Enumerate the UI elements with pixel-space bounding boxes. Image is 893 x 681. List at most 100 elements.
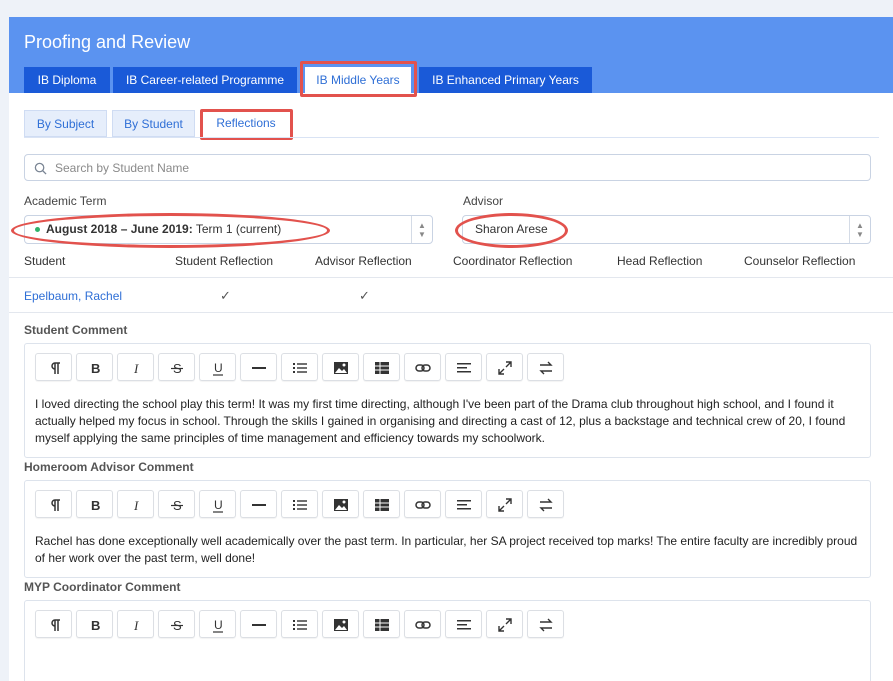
advisor-select-chevron-icon: ▲ ▼: [849, 216, 870, 243]
col-head-reflection: Head Reflection: [617, 254, 703, 268]
strikethrough-button[interactable]: S: [158, 353, 195, 381]
svg-text:I: I: [133, 498, 139, 513]
align-icon: [457, 500, 471, 510]
strikethrough-button[interactable]: S: [158, 490, 195, 518]
paragraph-button[interactable]: [35, 490, 72, 518]
bold-button[interactable]: B: [76, 610, 113, 638]
col-coordinator-reflection: Coordinator Reflection: [453, 254, 573, 268]
italic-button[interactable]: I: [117, 490, 154, 518]
svg-text:U: U: [214, 618, 223, 632]
align-button[interactable]: [445, 353, 482, 381]
image-icon: [334, 619, 348, 631]
student-comment-text[interactable]: I loved directing the school play this t…: [35, 396, 865, 447]
strikethrough-button[interactable]: S: [158, 610, 195, 638]
homeroom-advisor-comment-editor[interactable]: B I S U Rachel has done exceptionally well …: [24, 480, 871, 578]
homeroom-advisor-comment-text[interactable]: Rachel has done exceptionally well acade…: [35, 533, 865, 567]
align-icon: [457, 363, 471, 373]
list-icon: [293, 363, 307, 373]
homeroom-advisor-comment-label: Homeroom Advisor Comment: [24, 460, 194, 474]
student-comment-editor[interactable]: B I S U I loved directing the school play t…: [24, 343, 871, 458]
student-link-epelbaum-rachel[interactable]: Epelbaum, Rachel: [24, 289, 122, 303]
image-button[interactable]: [322, 353, 359, 381]
underline-icon: U: [213, 498, 223, 513]
tab-divider: [24, 137, 879, 138]
bold-button[interactable]: B: [76, 490, 113, 518]
advisor-label: Advisor: [463, 194, 504, 208]
link-button[interactable]: [404, 610, 441, 638]
list-button[interactable]: [281, 610, 318, 638]
tab-by-student[interactable]: By Student: [112, 110, 195, 137]
fullscreen-icon: [498, 618, 512, 632]
myp-coordinator-comment-editor[interactable]: B IS U: [24, 600, 871, 681]
strikethrough-icon: S: [171, 361, 183, 376]
align-button[interactable]: [445, 610, 482, 638]
table-row-divider: [9, 312, 893, 313]
image-button[interactable]: [322, 610, 359, 638]
col-counselor-reflection: Counselor Reflection: [744, 254, 856, 268]
underline-button[interactable]: U: [199, 490, 236, 518]
table-button[interactable]: [363, 353, 400, 381]
academic-term-select[interactable]: August 2018 – June 2019: Term 1 (current…: [24, 215, 433, 244]
swap-icon: [539, 361, 553, 375]
swap-button[interactable]: [527, 353, 564, 381]
table-button[interactable]: [363, 610, 400, 638]
tab-ib-career-related[interactable]: IB Career-related Programme: [113, 67, 297, 93]
horizontal-rule-button[interactable]: [240, 490, 277, 518]
tab-reflections[interactable]: Reflections: [202, 110, 290, 137]
link-icon: [415, 501, 431, 509]
list-button[interactable]: [281, 353, 318, 381]
underline-button[interactable]: U: [199, 353, 236, 381]
horizontal-rule-button[interactable]: [240, 353, 277, 381]
current-term-dot: [35, 226, 40, 232]
proofing-panel: Proofing and Review IB Diploma IB Career…: [9, 17, 893, 681]
align-button[interactable]: [445, 490, 482, 518]
term-value-bold: August 2018 – June 2019:: [46, 222, 193, 236]
table-button[interactable]: [363, 490, 400, 518]
underline-icon: U: [213, 618, 223, 633]
search-input[interactable]: [55, 155, 855, 180]
svg-text:B: B: [91, 498, 100, 513]
tab-ib-enhanced-primary[interactable]: IB Enhanced Primary Years: [419, 67, 592, 93]
underline-button[interactable]: U: [199, 610, 236, 638]
swap-icon: [539, 498, 553, 512]
image-icon: [334, 499, 348, 511]
horizontal-rule-button[interactable]: [240, 610, 277, 638]
italic-button[interactable]: I: [117, 610, 154, 638]
svg-text:U: U: [214, 361, 223, 375]
paragraph-button[interactable]: [35, 353, 72, 381]
image-button[interactable]: [322, 490, 359, 518]
fullscreen-button[interactable]: [486, 353, 523, 381]
bold-icon: B: [91, 361, 100, 376]
link-button[interactable]: [404, 353, 441, 381]
horizontal-rule-icon: [252, 504, 266, 506]
align-icon: [457, 620, 471, 630]
academic-term-label: Academic Term: [24, 194, 107, 208]
paragraph-icon: [51, 362, 60, 374]
advisor-reflection-check-icon: ✓: [359, 288, 370, 303]
italic-icon: I: [133, 498, 139, 513]
image-icon: [334, 362, 348, 374]
horizontal-rule-icon: [252, 624, 266, 626]
student-search[interactable]: [24, 154, 871, 181]
fullscreen-button[interactable]: [486, 490, 523, 518]
tab-ib-diploma[interactable]: IB Diploma: [24, 67, 110, 93]
fullscreen-icon: [498, 361, 512, 375]
list-button[interactable]: [281, 490, 318, 518]
italic-button[interactable]: I: [117, 353, 154, 381]
advisor-select[interactable]: Sharon Arese ▲ ▼: [462, 215, 871, 244]
table-icon: [375, 499, 389, 511]
term-select-chevron-icon: ▲ ▼: [411, 216, 432, 243]
svg-text:B: B: [91, 618, 100, 633]
swap-button[interactable]: [527, 610, 564, 638]
fullscreen-button[interactable]: [486, 610, 523, 638]
paragraph-button[interactable]: [35, 610, 72, 638]
swap-button[interactable]: [527, 490, 564, 518]
svg-text:U: U: [214, 498, 223, 512]
bold-icon: B: [91, 618, 100, 633]
tab-ib-middle-years[interactable]: IB Middle Years: [305, 67, 411, 93]
link-button[interactable]: [404, 490, 441, 518]
tab-by-subject[interactable]: By Subject: [24, 110, 107, 137]
table-icon: [375, 619, 389, 631]
paragraph-icon: [51, 619, 60, 631]
bold-button[interactable]: B: [76, 353, 113, 381]
